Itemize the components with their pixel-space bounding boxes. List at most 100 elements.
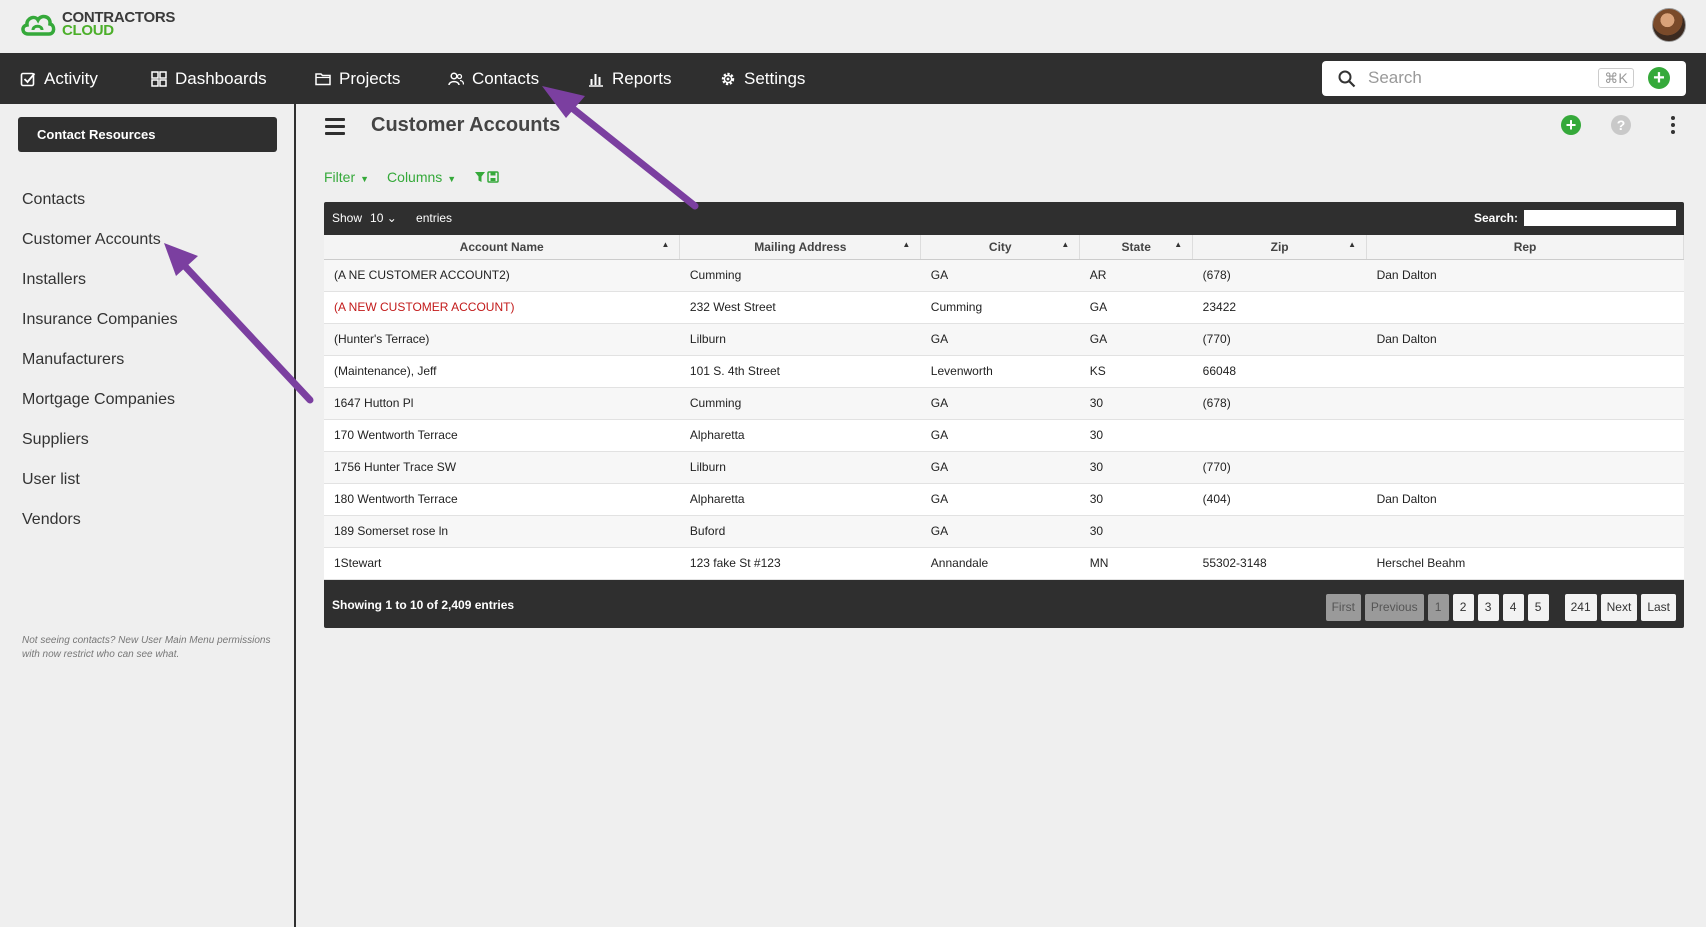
cell-account-name[interactable]: 1756 Hunter Trace SW <box>324 451 680 484</box>
column-header-account-name[interactable]: Account Name ▲ <box>324 235 681 260</box>
page-2-button[interactable]: 2 <box>1452 594 1474 621</box>
nav-label-contacts: Contacts <box>472 68 540 88</box>
save-filter-icon[interactable] <box>474 170 500 184</box>
cell-account-name[interactable]: (Maintenance), Jeff <box>324 355 680 388</box>
table-search-input[interactable] <box>1524 210 1676 226</box>
page-length-control: Show 10 ⌄ entries <box>332 211 452 225</box>
caret-down-icon: ▼ <box>360 174 370 184</box>
table-row[interactable]: (A NE CUSTOMER ACCOUNT2) Cumming GA AR (678)… <box>324 259 1684 292</box>
table-row[interactable]: 189 Somerset rose ln Buford GA 30 <box>324 515 1684 548</box>
add-account-button[interactable]: + <box>1561 115 1581 135</box>
gear-icon <box>721 72 735 85</box>
more-options-icon[interactable] <box>1671 116 1676 137</box>
cell-account-name[interactable]: 1Stewart <box>324 547 680 580</box>
help-icon[interactable]: ? <box>1611 115 1631 135</box>
page-next-button[interactable]: Next <box>1600 594 1638 621</box>
table-row[interactable]: (Maintenance), Jeff 101 S. 4th Street Leve… <box>324 355 1684 388</box>
sidebar-item-manufacturers[interactable]: Manufacturers <box>22 340 178 380</box>
cell-account-name[interactable]: 189 Somerset rose ln <box>324 515 680 548</box>
cell-state: 30 <box>1079 515 1193 548</box>
page-previous-button[interactable]: Previous <box>1364 594 1424 621</box>
table-row[interactable]: (Hunter's Terrace) Lilburn GA GA (770) Dan Da… <box>324 323 1684 356</box>
filter-label: Filter <box>324 169 356 185</box>
cell-address: 101 S. 4th Street <box>679 355 921 388</box>
column-header-zip[interactable]: Zip ▲ <box>1192 235 1368 260</box>
cell-rep: Dan Dalton <box>1366 483 1684 516</box>
sidebar-item-suppliers[interactable]: Suppliers <box>22 420 178 460</box>
page-1-button[interactable]: 1 <box>1427 594 1449 621</box>
sort-asc-icon: ▲ <box>661 240 670 249</box>
grid-icon <box>151 70 167 87</box>
cell-address: Cumming <box>679 387 921 420</box>
cell-account-name[interactable]: (A NE CUSTOMER ACCOUNT2) <box>324 259 680 292</box>
cell-account-name[interactable]: 170 Wentworth Terrace <box>324 419 680 452</box>
table-row[interactable]: 1Stewart 123 fake St #123 Annandale MN 55302… <box>324 547 1684 580</box>
cell-address: Lilburn <box>679 323 921 356</box>
cell-state: GA <box>1079 291 1193 324</box>
sidebar-item-installers[interactable]: Installers <box>22 260 178 300</box>
table-row[interactable]: 1647 Hutton Pl Cumming GA 30 (678) <box>324 387 1684 420</box>
table-row[interactable]: 170 Wentworth Terrace Alpharetta GA 30 <box>324 419 1684 452</box>
quick-add-button[interactable]: + <box>1648 67 1670 89</box>
cell-account-name[interactable]: 180 Wentworth Terrace <box>324 483 680 516</box>
columns-dropdown[interactable]: Columns ▼ <box>387 169 456 185</box>
nav-activity[interactable]: Activity <box>20 53 98 104</box>
nav-dashboards[interactable]: Dashboards <box>151 53 267 104</box>
avatar[interactable] <box>1652 8 1686 42</box>
cell-rep <box>1366 451 1684 484</box>
cell-zip: (678) <box>1192 387 1367 420</box>
cell-address: 123 fake St #123 <box>679 547 921 580</box>
search-input[interactable] <box>1368 67 1588 89</box>
page-last-button[interactable]: Last <box>1641 594 1676 621</box>
sidebar-item-contacts[interactable]: Contacts <box>22 180 178 220</box>
cell-zip <box>1192 515 1367 548</box>
cell-address: Buford <box>679 515 921 548</box>
cell-state: KS <box>1079 355 1193 388</box>
cell-account-name[interactable]: 1647 Hutton Pl <box>324 387 680 420</box>
sort-asc-icon: ▲ <box>1348 240 1357 249</box>
cell-account-name[interactable]: (A NEW CUSTOMER ACCOUNT) <box>324 291 680 324</box>
sort-asc-icon: ▲ <box>1174 240 1183 249</box>
page-3-button[interactable]: 3 <box>1477 594 1499 621</box>
page-first-button[interactable]: First <box>1325 594 1361 621</box>
table-row[interactable]: 1756 Hunter Trace SW Lilburn GA 30 (770) <box>324 451 1684 484</box>
search-icon <box>1338 70 1356 88</box>
page-4-button[interactable]: 4 <box>1502 594 1524 621</box>
global-search[interactable]: ⌘K + <box>1322 61 1686 96</box>
cell-city: GA <box>920 483 1080 516</box>
sidebar-item-mortgage-companies[interactable]: Mortgage Companies <box>22 380 178 420</box>
nav-label-projects: Projects <box>339 68 401 88</box>
column-header-state[interactable]: State ▲ <box>1079 235 1194 260</box>
page-241-button[interactable]: 241 <box>1564 594 1597 621</box>
table-row[interactable]: 180 Wentworth Terrace Alpharetta GA 30 (404)… <box>324 483 1684 516</box>
cell-rep: Dan Dalton <box>1366 323 1684 356</box>
bar-chart-icon <box>589 73 603 87</box>
sidebar-item-customer-accounts[interactable]: Customer Accounts <box>22 220 178 260</box>
cell-rep: Herschel Beahm <box>1366 547 1684 580</box>
cell-rep <box>1366 419 1684 452</box>
sidebar-item-user-list[interactable]: User list <box>22 460 178 500</box>
filter-dropdown[interactable]: Filter ▼ <box>324 169 369 185</box>
contact-resources-button[interactable]: Contact Resources <box>18 117 277 152</box>
menu-icon[interactable] <box>325 118 345 139</box>
column-header-mailing-address[interactable]: Mailing Address ▲ <box>679 235 922 260</box>
cell-zip <box>1192 419 1367 452</box>
page-length-select[interactable]: 10 ⌄ <box>370 211 408 225</box>
sort-asc-icon: ▲ <box>1061 240 1070 249</box>
sidebar-item-insurance-companies[interactable]: Insurance Companies <box>22 300 178 340</box>
nav-contacts[interactable]: Contacts <box>448 53 539 104</box>
table-toolbar: Filter ▼ Columns ▼ <box>324 169 500 185</box>
cell-zip: (770) <box>1192 451 1367 484</box>
pagination: First Previous 1 2 3 4 5 241 Next Last <box>1325 594 1676 621</box>
nav-settings[interactable]: Settings <box>720 53 805 104</box>
sidebar-item-vendors[interactable]: Vendors <box>22 500 178 540</box>
nav-reports[interactable]: Reports <box>588 53 672 104</box>
nav-projects[interactable]: Projects <box>315 53 400 104</box>
column-header-city[interactable]: City ▲ <box>920 235 1081 260</box>
page-5-button[interactable]: 5 <box>1527 594 1549 621</box>
logo[interactable]: CONTRACTORS CLOUD <box>20 10 175 38</box>
cell-account-name[interactable]: (Hunter's Terrace) <box>324 323 680 356</box>
entries-label: entries <box>416 211 453 225</box>
table-row[interactable]: (A NEW CUSTOMER ACCOUNT) 232 West Street C… <box>324 291 1684 324</box>
column-header-rep[interactable]: Rep <box>1366 235 1684 260</box>
